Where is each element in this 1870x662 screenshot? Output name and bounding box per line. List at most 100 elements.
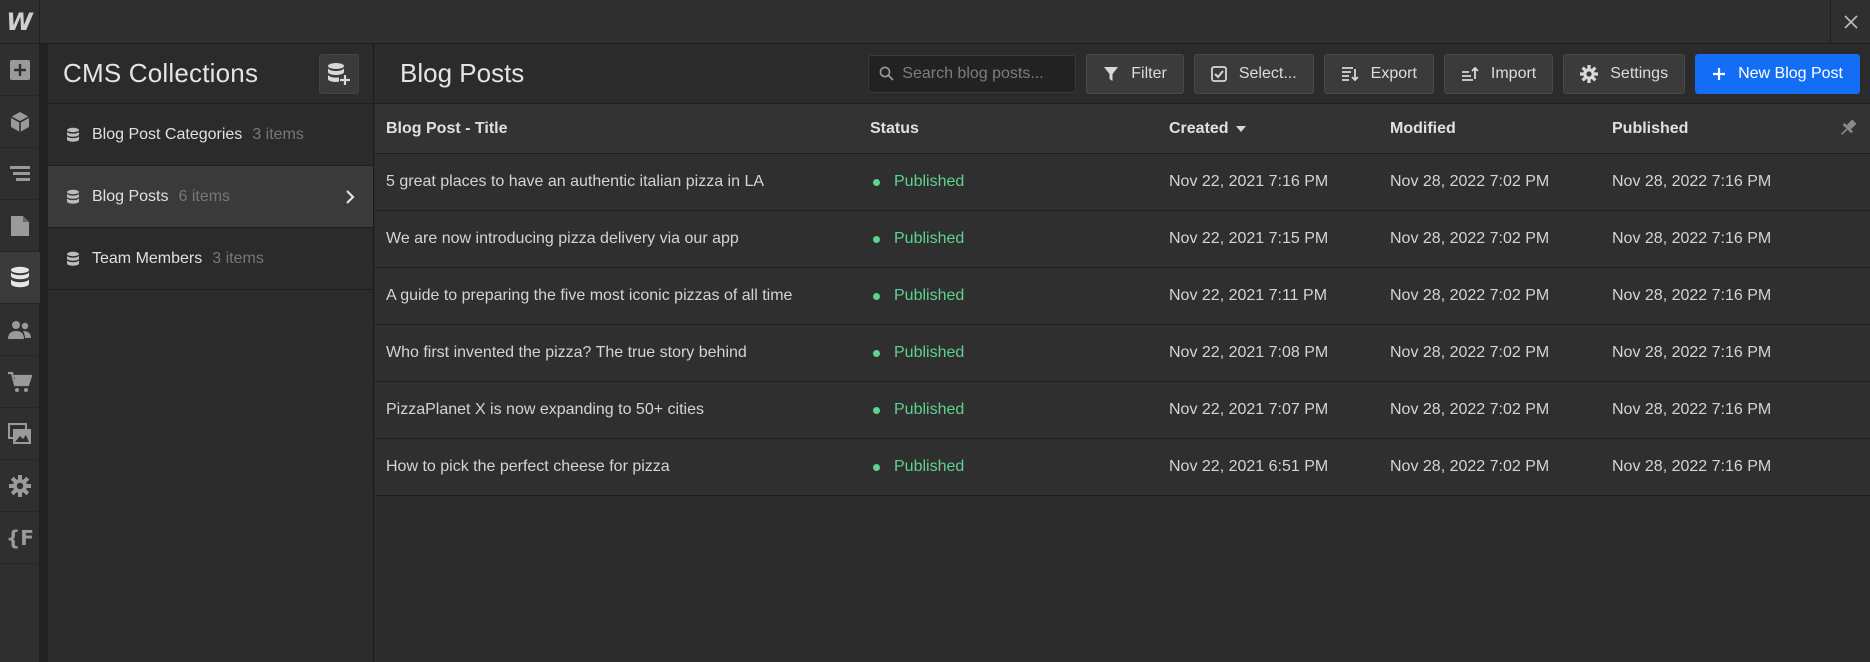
- database-icon: [67, 251, 79, 266]
- close-button[interactable]: [1830, 0, 1870, 44]
- table-row[interactable]: How to pick the perfect cheese for pizza…: [375, 439, 1870, 496]
- rail-cms-button[interactable]: [0, 252, 40, 304]
- table-row[interactable]: 5 great places to have an authentic ital…: [375, 154, 1870, 211]
- export-button[interactable]: Export: [1323, 53, 1434, 94]
- add-collection-button[interactable]: [319, 53, 359, 94]
- status-badge: Published: [894, 401, 965, 418]
- cell-created: Nov 22, 2021 7:15 PM: [1169, 230, 1329, 247]
- rail-custom-code-button[interactable]: {F: [0, 512, 40, 564]
- rail-users-button[interactable]: [0, 304, 40, 356]
- collection-count: 6 items: [178, 187, 231, 205]
- cell-status: Published: [861, 401, 1161, 419]
- import-icon: [1461, 66, 1479, 81]
- database-icon: [67, 127, 79, 142]
- sort-down-icon: [1235, 125, 1246, 132]
- checkbox-icon: [1210, 65, 1227, 82]
- cell-published: Nov 28, 2022 7:16 PM: [1612, 173, 1772, 190]
- table-row[interactable]: PizzaPlanet X is now expanding to 50+ ci…: [375, 382, 1870, 439]
- page-title: Blog Posts: [400, 58, 525, 88]
- users-icon: [8, 320, 31, 339]
- cms-collections-panel: CMS Collections Blog Post Categories 3 i…: [48, 44, 374, 662]
- table-row[interactable]: A guide to preparing the five most iconi…: [375, 268, 1870, 325]
- import-label: Import: [1490, 64, 1537, 82]
- column-header-title[interactable]: Blog Post - Title: [375, 120, 861, 138]
- cell-status: Published: [861, 230, 1161, 248]
- pin-icon: [1841, 119, 1857, 135]
- rail-add-button[interactable]: [0, 44, 40, 96]
- rail-settings-button[interactable]: [0, 460, 40, 512]
- collection-item-blog-posts[interactable]: Blog Posts 6 items: [48, 166, 373, 228]
- top-bar: W: [0, 0, 1870, 44]
- status-badge: Published: [894, 458, 965, 475]
- column-label: Published: [1612, 119, 1689, 137]
- collections-header: CMS Collections: [48, 44, 373, 104]
- collection-name: Blog Posts: [92, 187, 169, 205]
- rail-ecommerce-button[interactable]: [0, 356, 40, 408]
- status-badge: Published: [894, 230, 965, 247]
- export-label: Export: [1370, 64, 1417, 82]
- export-icon: [1341, 66, 1359, 81]
- column-header-modified[interactable]: Modified: [1382, 120, 1604, 138]
- search-box[interactable]: [868, 54, 1077, 93]
- column-label: Created: [1169, 119, 1229, 137]
- rail-navigator-button[interactable]: [0, 148, 40, 200]
- search-input[interactable]: [902, 64, 1063, 83]
- cell-title: 5 great places to have an authentic ital…: [386, 173, 765, 190]
- rail-components-button[interactable]: [0, 96, 40, 148]
- settings-button[interactable]: Settings: [1563, 53, 1686, 94]
- status-dot: [873, 406, 880, 414]
- select-button[interactable]: Select...: [1193, 53, 1314, 94]
- rail-assets-button[interactable]: [0, 408, 40, 460]
- pin-button[interactable]: [1838, 118, 1858, 143]
- status-dot: [873, 235, 880, 243]
- cell-title: We are now introducing pizza delivery vi…: [386, 230, 739, 247]
- database-icon: [11, 266, 29, 287]
- navigator-icon: [10, 165, 30, 181]
- table-row[interactable]: Who first invented the pizza? The true s…: [375, 325, 1870, 382]
- filter-button[interactable]: Filter: [1086, 53, 1184, 94]
- cell-published: Nov 28, 2022 7:16 PM: [1612, 458, 1772, 475]
- plus-icon: [1713, 67, 1726, 80]
- database-icon: [67, 189, 79, 204]
- status-dot: [873, 463, 880, 471]
- new-blog-post-label: New Blog Post: [1738, 64, 1843, 82]
- cell-created: Nov 22, 2021 7:08 PM: [1169, 344, 1329, 361]
- cell-modified: Nov 28, 2022 7:02 PM: [1390, 344, 1550, 361]
- cell-published: Nov 28, 2022 7:16 PM: [1612, 230, 1772, 247]
- cell-modified: Nov 28, 2022 7:02 PM: [1390, 458, 1550, 475]
- cell-status: Published: [861, 173, 1161, 191]
- main-header: Blog Posts Filter Select... Export Impor…: [375, 44, 1870, 104]
- toolbar: Filter Select... Export Import Settings …: [868, 53, 1860, 94]
- rail-pages-button[interactable]: [0, 200, 40, 252]
- cell-status: Published: [861, 287, 1161, 305]
- table-body: 5 great places to have an authentic ital…: [375, 154, 1870, 496]
- import-button[interactable]: Import: [1443, 53, 1554, 94]
- webflow-logo[interactable]: W: [0, 0, 40, 44]
- page-icon: [11, 215, 29, 236]
- new-blog-post-button[interactable]: New Blog Post: [1695, 53, 1860, 94]
- cell-modified: Nov 28, 2022 7:02 PM: [1390, 230, 1550, 247]
- add-database-icon: [328, 62, 350, 85]
- table-row[interactable]: We are now introducing pizza delivery vi…: [375, 211, 1870, 268]
- cell-created: Nov 22, 2021 7:16 PM: [1169, 173, 1329, 190]
- cell-created: Nov 22, 2021 6:51 PM: [1169, 458, 1329, 475]
- collection-item-team-members[interactable]: Team Members 3 items: [48, 228, 373, 290]
- cell-created: Nov 22, 2021 7:07 PM: [1169, 401, 1329, 418]
- cell-published: Nov 28, 2022 7:16 PM: [1612, 344, 1772, 361]
- status-badge: Published: [894, 287, 965, 304]
- column-header-status[interactable]: Status: [861, 120, 1161, 138]
- close-icon: [1843, 15, 1858, 29]
- column-label: Blog Post - Title: [386, 119, 508, 137]
- status-dot: [873, 292, 880, 300]
- cell-created: Nov 22, 2021 7:11 PM: [1169, 287, 1328, 304]
- status-badge: Published: [894, 344, 965, 361]
- collection-item-blog-post-categories[interactable]: Blog Post Categories 3 items: [48, 104, 373, 166]
- column-header-created[interactable]: Created: [1161, 120, 1382, 138]
- cell-title: PizzaPlanet X is now expanding to 50+ ci…: [386, 401, 704, 418]
- cell-status: Published: [861, 458, 1161, 476]
- column-label: Status: [870, 119, 919, 137]
- logo-letter: W: [6, 8, 33, 36]
- status-dot: [873, 178, 880, 186]
- column-header-published[interactable]: Published: [1604, 120, 1870, 138]
- status-badge: Published: [894, 173, 965, 190]
